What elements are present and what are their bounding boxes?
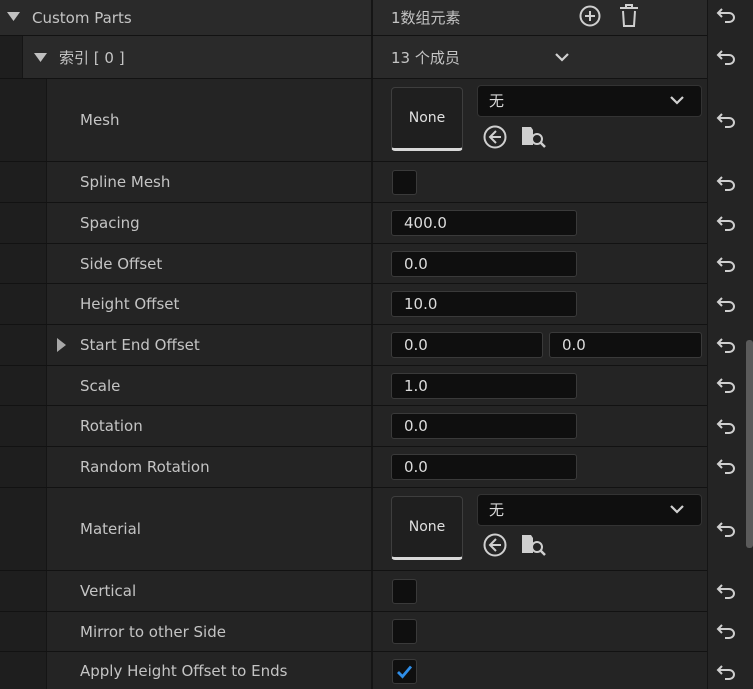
mirror-checkbox[interactable]	[392, 619, 417, 644]
rotation-row: Rotation 0.0	[0, 406, 707, 447]
arrow-left-circle-icon[interactable]	[482, 124, 508, 150]
reset-arrow-icon[interactable]	[716, 112, 736, 128]
end-offset-input[interactable]: 0.0	[549, 332, 702, 358]
mesh-label: Mesh	[80, 111, 120, 129]
scale-label: Scale	[80, 376, 121, 395]
start-offset-input[interactable]: 0.0	[391, 332, 543, 358]
reset-arrow-icon[interactable]	[716, 215, 736, 231]
checkmark-icon	[397, 665, 413, 679]
chevron-down-icon	[670, 505, 684, 514]
reset-arrow-icon[interactable]	[716, 583, 736, 599]
height-offset-row: Height Offset 10.0	[0, 284, 707, 325]
height-offset-input[interactable]: 10.0	[391, 291, 577, 317]
scale-row: Scale 1.0	[0, 366, 707, 406]
start-end-offset-row: Start End Offset 0.0 0.0	[0, 325, 707, 366]
plus-circle-icon[interactable]	[578, 4, 602, 28]
reset-arrow-icon[interactable]	[716, 256, 736, 272]
folder-search-icon[interactable]	[520, 124, 546, 150]
mirror-row: Mirror to other Side	[0, 612, 707, 652]
spacing-label: Spacing	[80, 214, 140, 232]
rotation-input[interactable]: 0.0	[391, 413, 577, 439]
material-thumbnail[interactable]: None	[391, 496, 463, 560]
scale-input[interactable]: 1.0	[391, 373, 577, 399]
mesh-thumbnail[interactable]: None	[391, 87, 463, 151]
mesh-row: Mesh None 无	[0, 79, 707, 162]
reset-arrow-icon[interactable]	[716, 418, 736, 434]
height-offset-label: Height Offset	[80, 295, 180, 313]
member-count-text: 13 个成员	[391, 48, 460, 67]
reset-arrow-icon[interactable]	[716, 7, 736, 23]
spline-mesh-row: Spline Mesh	[0, 162, 707, 203]
reset-arrow-icon[interactable]	[716, 49, 736, 65]
reset-arrow-icon[interactable]	[716, 664, 736, 680]
array-count-text: 1数组元素	[391, 9, 461, 27]
rotation-label: Rotation	[80, 417, 143, 435]
reset-arrow-icon[interactable]	[716, 296, 736, 312]
chevron-down-icon[interactable]	[554, 52, 570, 62]
reset-arrow-icon[interactable]	[716, 623, 736, 639]
folder-search-icon[interactable]	[520, 532, 546, 558]
spline-mesh-label: Spline Mesh	[80, 173, 171, 191]
custom-parts-label: Custom Parts	[32, 8, 132, 27]
vertical-row: Vertical	[0, 571, 707, 612]
random-rotation-row: Random Rotation 0.0	[0, 447, 707, 488]
material-row: Material None 无	[0, 488, 707, 571]
side-offset-row: Side Offset 0.0	[0, 244, 707, 284]
side-offset-label: Side Offset	[80, 254, 163, 273]
mesh-combo-value: 无	[489, 92, 505, 110]
random-rotation-label: Random Rotation	[80, 458, 210, 476]
reset-arrow-icon[interactable]	[716, 458, 736, 474]
apply-height-offset-row: Apply Height Offset to Ends	[0, 652, 707, 689]
reset-arrow-icon[interactable]	[716, 337, 736, 353]
spline-mesh-checkbox[interactable]	[392, 170, 417, 195]
material-label: Material	[80, 520, 141, 538]
start-end-offset-label: Start End Offset	[80, 336, 200, 354]
apply-height-offset-label: Apply Height Offset to Ends	[80, 661, 288, 680]
material-asset-combo[interactable]: 无	[477, 494, 702, 526]
expand-triangle-icon[interactable]	[7, 12, 20, 22]
reset-arrow-icon[interactable]	[716, 377, 736, 393]
arrow-left-circle-icon[interactable]	[482, 532, 508, 558]
reset-arrow-icon[interactable]	[716, 175, 736, 191]
chevron-down-icon	[670, 96, 684, 105]
side-offset-input[interactable]: 0.0	[391, 251, 577, 277]
mirror-label: Mirror to other Side	[80, 622, 226, 641]
index-label: 索引 [ 0 ]	[59, 48, 125, 67]
scrollbar-thumb[interactable]	[746, 340, 753, 548]
random-rotation-input[interactable]: 0.0	[391, 454, 577, 480]
custom-parts-header[interactable]: Custom Parts 1数组元素	[0, 0, 707, 36]
spacing-row: Spacing 400.0	[0, 203, 707, 244]
vertical-checkbox[interactable]	[392, 579, 417, 604]
mesh-asset-combo[interactable]: 无	[477, 85, 702, 117]
expand-triangle-icon[interactable]	[34, 53, 47, 63]
expand-triangle-icon[interactable]	[57, 338, 67, 352]
array-element-header[interactable]: 索引 [ 0 ] 13 个成员	[0, 36, 707, 79]
material-combo-value: 无	[489, 501, 505, 519]
trash-icon[interactable]	[617, 3, 641, 29]
apply-height-offset-checkbox[interactable]	[392, 659, 417, 684]
spacing-input[interactable]: 400.0	[391, 210, 577, 236]
vertical-label: Vertical	[80, 582, 137, 600]
reset-arrow-icon[interactable]	[716, 521, 736, 537]
